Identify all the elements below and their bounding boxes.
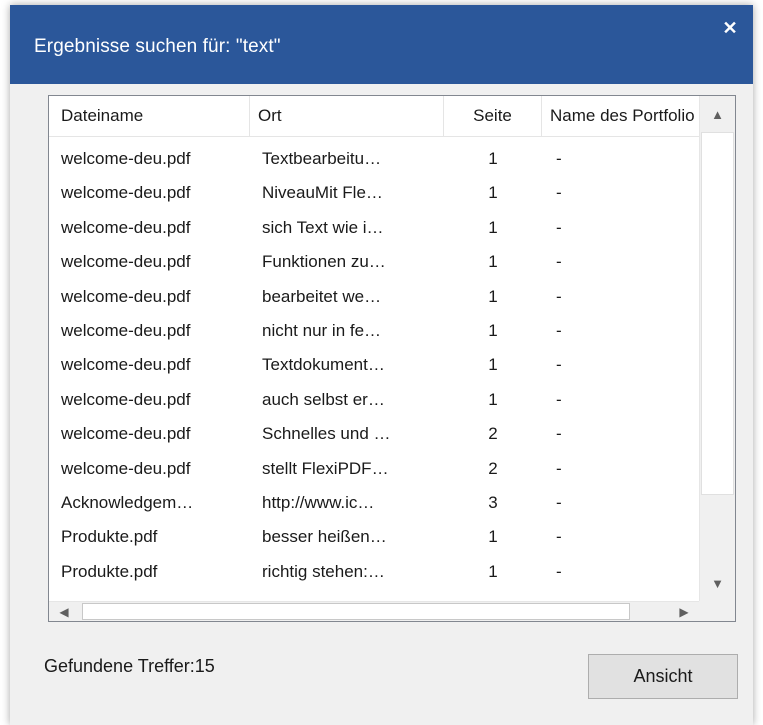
column-header-filename[interactable]: Dateiname: [49, 96, 250, 136]
cell-filename: welcome-deu.pdf: [61, 458, 191, 478]
cell-filename: Produkte.pdf: [61, 527, 158, 547]
list-header: Dateiname Ort Seite Name des Portfolio: [49, 96, 699, 137]
cell-page: 1: [488, 527, 498, 547]
column-header-location[interactable]: Ort: [250, 96, 444, 136]
cell-filename: welcome-deu.pdf: [61, 389, 191, 409]
cell-location: nicht nur in fe…: [262, 320, 382, 340]
column-header-page[interactable]: Seite: [444, 96, 542, 136]
cell-page: 1: [488, 355, 498, 375]
table-row[interactable]: Produkte.pdf besser heißen… 1 -: [49, 520, 699, 554]
cell-filename: welcome-deu.pdf: [61, 149, 191, 168]
view-button[interactable]: Ansicht: [588, 654, 738, 699]
cell-location: richtig stehen:…: [262, 561, 385, 581]
cell-location: auch selbst er…: [262, 389, 385, 409]
cell-page: 1: [488, 183, 498, 203]
cell-page: 1: [488, 149, 498, 168]
table-row[interactable]: welcome-deu.pdf Funktionen zu… 1 -: [49, 245, 699, 279]
cell-page: 2: [488, 424, 498, 444]
cell-filename: welcome-deu.pdf: [61, 252, 191, 272]
table-row[interactable]: welcome-deu.pdf NiveauMit Fle… 1 -: [49, 176, 699, 210]
table-row[interactable]: welcome-deu.pdf nicht nur in fe… 1 -: [49, 314, 699, 348]
cell-portfolio: -: [556, 217, 562, 237]
results-list[interactable]: Dateiname Ort Seite Name des Portfolio w…: [48, 95, 736, 622]
cell-portfolio: -: [556, 389, 562, 409]
scrollbar-corner: [699, 601, 735, 621]
cell-page: 1: [488, 561, 498, 581]
cell-portfolio: -: [556, 320, 562, 340]
cell-filename: welcome-deu.pdf: [61, 320, 191, 340]
cell-portfolio: -: [556, 252, 562, 272]
cell-location: stellt FlexiPDF…: [262, 458, 389, 478]
cell-location: Funktionen zu…: [262, 252, 386, 272]
table-row[interactable]: welcome-deu.pdf sich Text wie i… 1 -: [49, 211, 699, 245]
cell-portfolio: -: [556, 149, 562, 168]
dialog-title: Ergebnisse suchen für: "text": [34, 36, 281, 57]
horizontal-scrollbar[interactable]: ◀ ▶: [49, 601, 699, 621]
table-row[interactable]: Produkte.pdf richtig stehen:… 1 -: [49, 555, 699, 589]
column-header-portfolio[interactable]: Name des Portfolio: [542, 96, 699, 136]
cell-page: 1: [488, 217, 498, 237]
cell-location: besser heißen…: [262, 527, 387, 547]
cell-location: Schnelles und …: [262, 424, 391, 444]
table-row[interactable]: welcome-deu.pdf bearbeitet we… 1 -: [49, 280, 699, 314]
cell-location: sich Text wie i…: [262, 217, 384, 237]
table-row[interactable]: welcome-deu.pdf Textbearbeitu… 1 -: [49, 142, 699, 176]
cell-page: 1: [488, 252, 498, 272]
vertical-scrollbar[interactable]: ▲ ▼: [699, 96, 735, 601]
cell-filename: welcome-deu.pdf: [61, 424, 191, 444]
cell-filename: welcome-deu.pdf: [61, 183, 191, 203]
table-row[interactable]: welcome-deu.pdf Textdokument… 1 -: [49, 348, 699, 382]
cell-portfolio: -: [556, 458, 562, 478]
hit-count-label: Gefundene Treffer:15: [44, 656, 215, 676]
cell-location: Textdokument…: [262, 355, 385, 375]
scroll-up-icon[interactable]: ▲: [700, 96, 735, 132]
cell-portfolio: -: [556, 424, 562, 444]
cell-location: Textbearbeitu…: [262, 149, 382, 168]
cell-portfolio: -: [556, 355, 562, 375]
table-row[interactable]: welcome-deu.pdf stellt FlexiPDF… 2 -: [49, 452, 699, 486]
table-row[interactable]: Acknowledgem… http://www.ic… 3 -: [49, 486, 699, 520]
horizontal-scroll-thumb[interactable]: [82, 603, 630, 620]
scroll-right-icon[interactable]: ▶: [669, 602, 699, 621]
cell-page: 1: [488, 286, 498, 306]
cell-location: http://www.ic…: [262, 492, 375, 512]
scroll-left-icon[interactable]: ◀: [49, 602, 79, 621]
cell-page: 1: [488, 320, 498, 340]
table-row[interactable]: welcome-deu.pdf auch selbst er… 1 -: [49, 383, 699, 417]
cell-filename: Acknowledgem…: [61, 492, 194, 512]
vertical-scroll-thumb[interactable]: [701, 132, 734, 495]
cell-filename: welcome-deu.pdf: [61, 286, 191, 306]
cell-filename: welcome-deu.pdf: [61, 217, 191, 237]
cell-filename: welcome-deu.pdf: [61, 355, 191, 375]
scroll-down-icon[interactable]: ▼: [700, 565, 735, 601]
cell-page: 3: [488, 492, 498, 512]
cell-filename: Produkte.pdf: [61, 561, 158, 581]
close-icon[interactable]: ✕: [707, 5, 753, 51]
cell-portfolio: -: [556, 561, 562, 581]
title-bar[interactable]: Ergebnisse suchen für: "text" ✕: [10, 5, 753, 84]
cell-portfolio: -: [556, 183, 562, 203]
cell-portfolio: -: [556, 492, 562, 512]
cell-page: 2: [488, 458, 498, 478]
search-results-dialog: Ergebnisse suchen für: "text" ✕ Dateinam…: [10, 5, 753, 725]
table-row[interactable]: welcome-deu.pdf Schnelles und … 2 -: [49, 417, 699, 451]
cell-location: bearbeitet we…: [262, 286, 382, 306]
cell-location: NiveauMit Fle…: [262, 183, 383, 203]
cell-portfolio: -: [556, 527, 562, 547]
result-rows: welcome-deu.pdf Textbearbeitu… 1 - welco…: [49, 142, 699, 589]
cell-portfolio: -: [556, 286, 562, 306]
cell-page: 1: [488, 389, 498, 409]
